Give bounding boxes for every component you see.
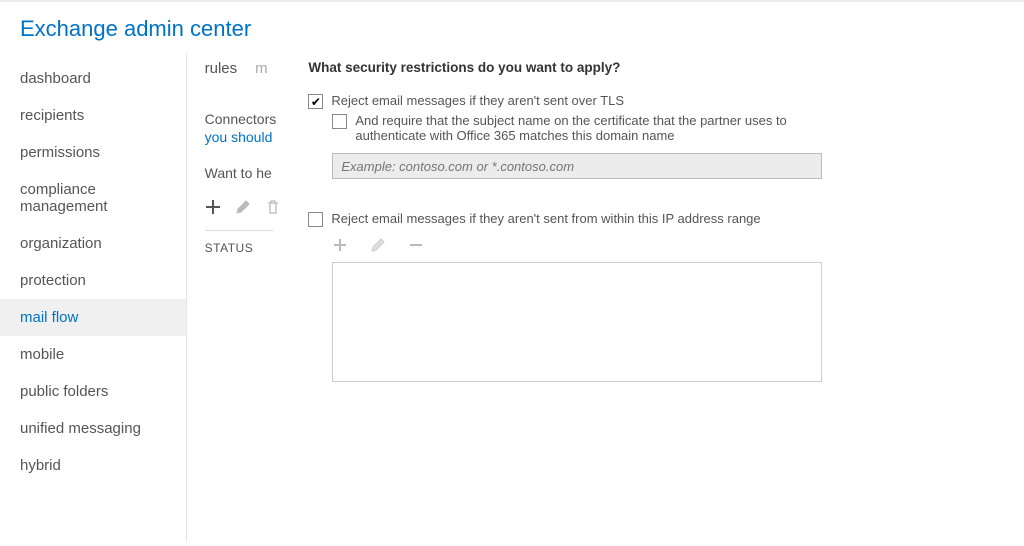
checkbox-reject-ip[interactable] xyxy=(308,212,323,227)
tab-more[interactable]: m xyxy=(255,60,268,77)
add-icon[interactable] xyxy=(205,199,221,218)
checkbox-reject-tls-label: Reject email messages if they aren't sen… xyxy=(331,93,624,108)
ip-add-icon[interactable] xyxy=(332,237,348,256)
checkbox-require-domain-label: And require that the subject name on the… xyxy=(355,113,795,143)
sidebar: dashboard recipients permissions complia… xyxy=(0,54,187,542)
sidebar-item-mail-flow[interactable]: mail flow xyxy=(0,299,186,336)
sidebar-item-recipients[interactable]: recipients xyxy=(0,97,186,134)
connectors-link[interactable]: you should xyxy=(205,129,287,145)
delete-icon[interactable] xyxy=(265,199,281,218)
edit-icon[interactable] xyxy=(235,199,251,218)
connectors-toolbar xyxy=(205,199,273,231)
sidebar-item-mobile[interactable]: mobile xyxy=(0,336,186,373)
main-panel: What security restrictions do you want t… xyxy=(286,54,846,542)
checkbox-reject-ip-label: Reject email messages if they aren't sen… xyxy=(331,211,760,226)
sidebar-item-permissions[interactable]: permissions xyxy=(0,134,186,171)
page-question: What security restrictions do you want t… xyxy=(308,60,822,75)
connectors-heading: Connectors xyxy=(205,111,287,127)
sidebar-item-organization[interactable]: organization xyxy=(0,225,186,262)
want-to-text: Want to he xyxy=(205,165,287,181)
checkbox-reject-tls[interactable] xyxy=(308,94,323,109)
app-title: Exchange admin center xyxy=(0,2,1024,54)
ip-range-listbox[interactable] xyxy=(332,262,822,382)
sidebar-item-hybrid[interactable]: hybrid xyxy=(0,447,186,484)
status-label: STATUS xyxy=(205,241,287,255)
sidebar-item-protection[interactable]: protection xyxy=(0,262,186,299)
ip-toolbar xyxy=(332,237,822,256)
sidebar-item-public-folders[interactable]: public folders xyxy=(0,373,186,410)
sidebar-item-dashboard[interactable]: dashboard xyxy=(0,60,186,97)
tab-rules[interactable]: rules xyxy=(205,60,238,77)
checkbox-require-domain[interactable] xyxy=(332,114,347,129)
ip-remove-icon[interactable] xyxy=(408,237,424,256)
ip-edit-icon[interactable] xyxy=(370,237,386,256)
mid-column: rules m Connectors you should Want to he… xyxy=(187,54,287,542)
domain-name-input[interactable] xyxy=(332,153,822,179)
sidebar-item-unified-messaging[interactable]: unified messaging xyxy=(0,410,186,447)
sidebar-item-compliance[interactable]: compliance management xyxy=(0,171,186,225)
